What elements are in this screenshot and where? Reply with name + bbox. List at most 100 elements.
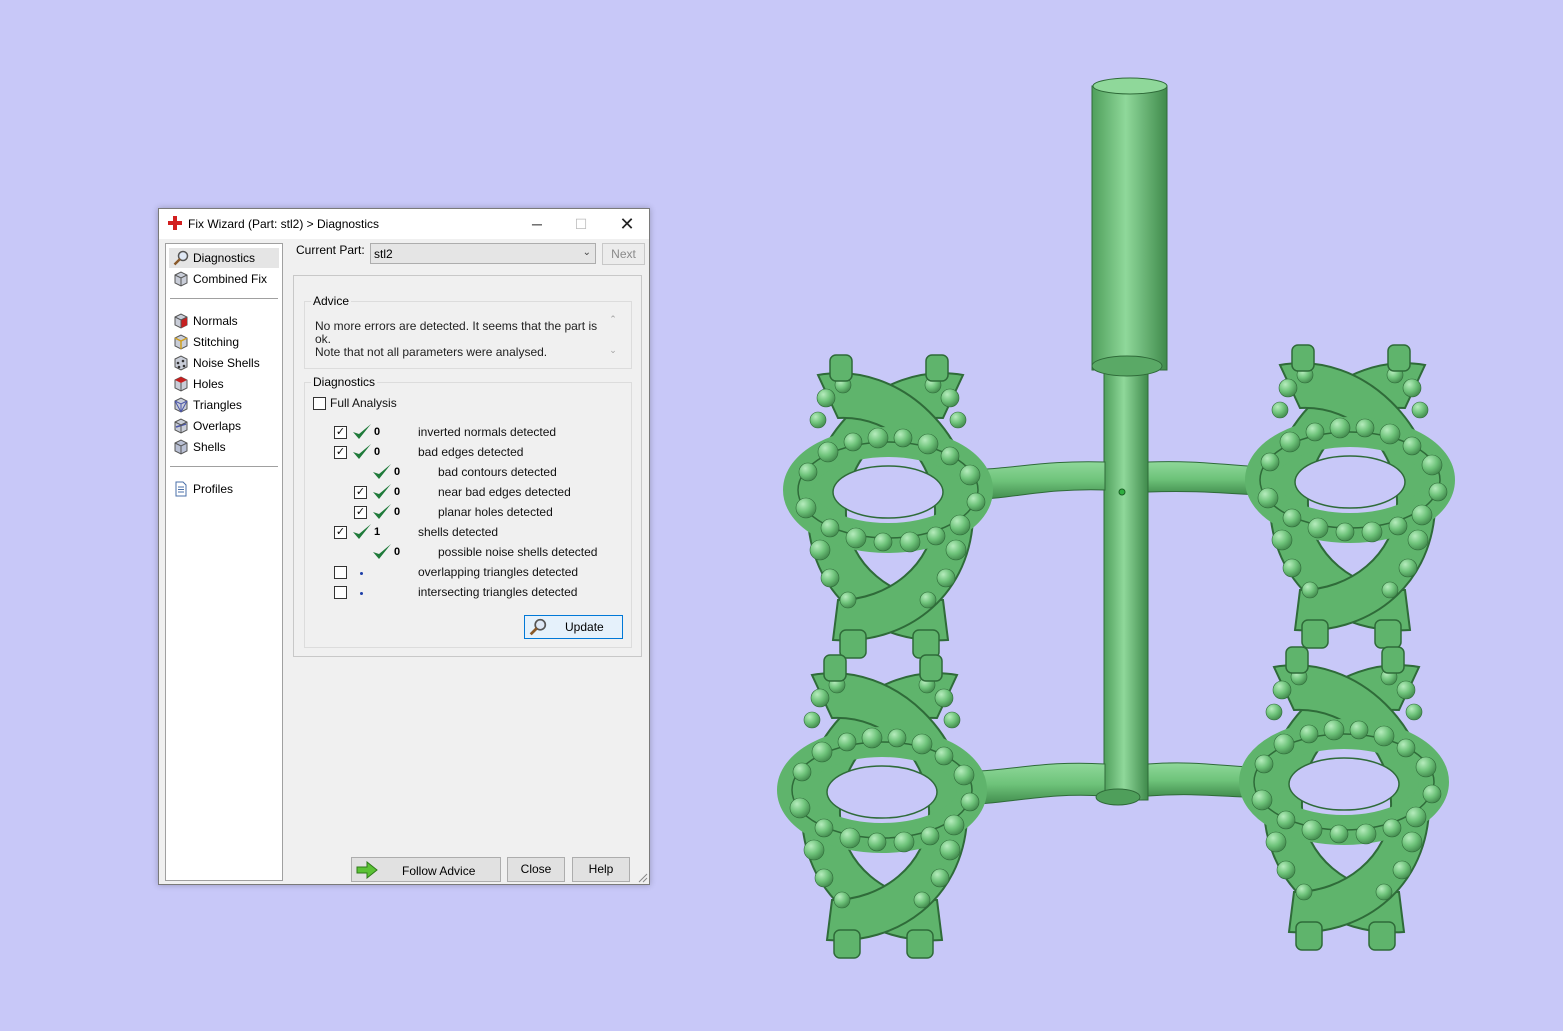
close-button[interactable]: Close <box>507 857 565 882</box>
sidebar-item-label: Noise Shells <box>193 356 260 370</box>
help-button[interactable]: Help <box>572 857 630 882</box>
red-cross-icon <box>168 216 182 230</box>
sidebar-item-combined-fix[interactable]: Combined Fix <box>169 269 279 289</box>
sidebar-item-label: Stitching <box>193 335 240 349</box>
magnifier-icon <box>173 250 189 266</box>
green-check-icon <box>353 524 371 539</box>
title-bar[interactable]: Fix Wizard (Part: stl2) > Diagnostics ─ … <box>159 209 649 239</box>
shells-checkbox[interactable]: ✓ <box>334 526 347 539</box>
sidebar-item-stitching[interactable]: Stitching <box>169 332 279 352</box>
update-button[interactable]: Update <box>524 615 623 639</box>
row-value: 0 <box>374 446 381 458</box>
row-value: 0 <box>394 486 401 498</box>
sidebar-item-label: Normals <box>193 314 238 328</box>
row-label: intersecting triangles detected <box>418 585 578 599</box>
row-label: overlapping triangles detected <box>418 565 579 579</box>
full-analysis-checkbox[interactable] <box>313 397 326 410</box>
noise-shells-icon <box>174 355 188 371</box>
near-bad-edges-checkbox[interactable]: ✓ <box>354 486 367 499</box>
triangles-cube-icon <box>174 397 188 413</box>
advice-text: No more errors are detected. It seems th… <box>315 320 611 368</box>
window-title: Fix Wizard (Part: stl2) > Diagnostics <box>188 217 380 231</box>
holes-cube-icon <box>174 376 188 392</box>
overlapping-triangles-checkbox[interactable] <box>334 566 347 579</box>
green-check-icon <box>353 444 371 459</box>
sidebar-item-overlaps[interactable]: Overlaps <box>169 416 279 436</box>
chevron-down-icon: ⌄ <box>582 247 591 258</box>
sidebar-item-label: Combined Fix <box>193 272 268 286</box>
scroll-down-icon[interactable]: ⌄ <box>607 345 619 356</box>
follow-advice-label: Follow Advice <box>402 864 476 878</box>
maximize-button[interactable]: ☐ <box>559 209 603 239</box>
sidebar-divider <box>170 298 278 299</box>
diagnostics-group: Diagnostics Full Analysis ✓ 0 inverted n… <box>304 375 632 648</box>
sidebar-item-label: Diagnostics <box>193 251 256 265</box>
full-analysis-label: Full Analysis <box>330 396 397 410</box>
resize-grip-icon[interactable] <box>638 873 648 883</box>
cc-pendant-bottom-left <box>790 655 979 958</box>
sidebar-item-label: Holes <box>193 377 224 391</box>
sidebar-item-label: Overlaps <box>193 419 242 433</box>
planar-holes-checkbox[interactable]: ✓ <box>354 506 367 519</box>
sidebar-item-diagnostics[interactable]: Diagnostics <box>169 248 279 268</box>
green-check-icon <box>373 464 391 479</box>
green-check-icon <box>373 544 391 559</box>
intersecting-triangles-checkbox[interactable] <box>334 586 347 599</box>
next-button[interactable]: Next <box>602 243 645 265</box>
row-label: shells detected <box>418 525 499 539</box>
advice-line-2: Note that not all parameters were analys… <box>315 345 548 359</box>
sidebar-divider <box>170 466 278 467</box>
advice-title: Advice <box>311 294 352 308</box>
stitching-cube-icon <box>174 334 188 350</box>
scroll-up-icon[interactable]: ⌃ <box>607 314 619 325</box>
current-part-value: stl2 <box>374 247 393 261</box>
diagnostics-panel: Advice No more errors are detected. It s… <box>293 275 642 657</box>
cc-pendant-top-right <box>1258 345 1447 648</box>
green-check-icon <box>353 424 371 439</box>
row-label: bad contours detected <box>438 465 557 479</box>
sidebar-item-label: Profiles <box>193 482 234 496</box>
current-part-dropdown[interactable]: stl2 ⌄ <box>370 243 596 264</box>
update-label: Update <box>565 620 604 634</box>
wizard-sidebar: Diagnostics Combined Fix Normals Stitchi… <box>165 243 283 881</box>
row-value: 0 <box>394 546 401 558</box>
fix-wizard-dialog: Fix Wizard (Part: stl2) > Diagnostics ─ … <box>158 208 650 885</box>
sidebar-item-label: Shells <box>193 440 226 454</box>
inverted-normals-checkbox[interactable]: ✓ <box>334 426 347 439</box>
overlaps-cube-icon <box>174 418 188 434</box>
sidebar-item-normals[interactable]: Normals <box>169 311 279 331</box>
cc-pendant-top-left <box>796 355 985 658</box>
not-analysed-dot-icon <box>360 592 363 595</box>
row-label: planar holes detected <box>438 505 553 519</box>
green-check-icon <box>373 504 391 519</box>
sprue-cylinder <box>1091 85 1168 371</box>
magnifier-icon <box>529 618 547 636</box>
advice-line-1: No more errors are detected. It seems th… <box>315 319 598 346</box>
cube-icon <box>174 271 188 287</box>
advice-group: Advice No more errors are detected. It s… <box>304 294 632 369</box>
bad-edges-checkbox[interactable]: ✓ <box>334 446 347 459</box>
green-arrow-icon <box>356 861 378 879</box>
follow-advice-button[interactable]: Follow Advice <box>351 857 501 882</box>
green-check-icon <box>373 484 391 499</box>
not-analysed-dot-icon <box>360 572 363 575</box>
sidebar-item-holes[interactable]: Holes <box>169 374 279 394</box>
row-label: near bad edges detected <box>438 485 571 499</box>
sidebar-item-shells[interactable]: Shells <box>169 437 279 457</box>
row-label: inverted normals detected <box>418 425 557 439</box>
normals-cube-icon <box>174 313 188 329</box>
row-value: 1 <box>374 526 381 538</box>
sprue-rod <box>1103 359 1149 801</box>
row-value: 0 <box>374 426 381 438</box>
advice-scrollbar[interactable]: ⌃ ⌄ <box>607 314 619 364</box>
row-label: bad edges detected <box>418 445 524 459</box>
minimize-button[interactable]: ─ <box>515 209 559 239</box>
shells-cube-icon <box>174 439 188 455</box>
sidebar-item-label: Triangles <box>193 398 242 412</box>
close-window-button[interactable]: ✕ <box>605 209 649 239</box>
sidebar-item-noise-shells[interactable]: Noise Shells <box>169 353 279 373</box>
sidebar-item-triangles[interactable]: Triangles <box>169 395 279 415</box>
diagnostics-title: Diagnostics <box>311 375 378 389</box>
current-part-label: Current Part: <box>296 243 365 257</box>
sidebar-item-profiles[interactable]: Profiles <box>169 479 279 499</box>
